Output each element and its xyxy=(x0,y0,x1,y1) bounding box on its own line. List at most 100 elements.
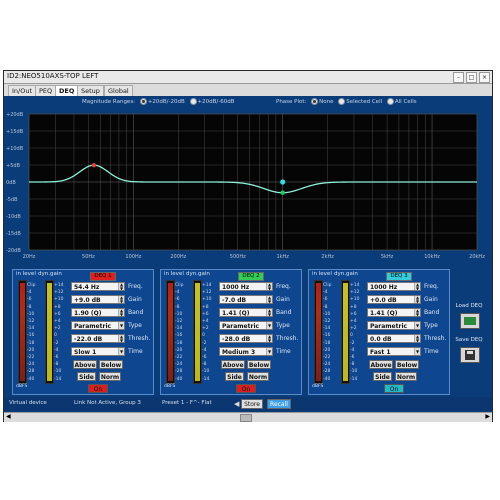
frequency-spinner-icon: ▲ ▼ xyxy=(266,282,272,291)
y-tick-label: 0dB xyxy=(6,180,16,186)
norm-button[interactable]: Norm xyxy=(395,372,417,381)
window-title: ID2:NEO510AXS-TOP LEFT xyxy=(7,72,99,80)
side-button[interactable]: Side xyxy=(77,372,96,381)
time-dropdown-icon: ▼ xyxy=(414,348,420,355)
band-field[interactable]: 1.90 (Q) ▲ ▼ xyxy=(71,308,125,317)
type-select[interactable]: Parametric ▼ xyxy=(219,321,273,330)
scroll-left-icon[interactable]: ◀ xyxy=(6,413,11,420)
freq-label: Freq. xyxy=(276,283,291,290)
x-tick-label: 200Hz xyxy=(170,254,186,260)
time-label: Time xyxy=(424,348,439,355)
phase-none-label: None xyxy=(319,99,334,105)
threshold-field[interactable]: -22.0 dB ▲ ▼ xyxy=(71,334,125,343)
side-button[interactable]: Side xyxy=(225,372,244,381)
save-deq-label: Save DEQ xyxy=(455,337,483,343)
range-2-radio[interactable] xyxy=(189,98,197,105)
deq-badge[interactable]: DEQ 2 xyxy=(238,272,264,281)
x-tick-label: 1kHz xyxy=(276,254,289,260)
dyn-gain-label: dyn.gain xyxy=(38,271,62,277)
phase-all-radio[interactable] xyxy=(386,98,394,105)
time-dropdown-icon: ▼ xyxy=(266,348,272,355)
on-button[interactable]: On xyxy=(384,384,404,393)
x-tick-label: 5kHz xyxy=(381,254,394,260)
tab-deq[interactable]: DEQ xyxy=(55,85,79,96)
above-button[interactable]: Above xyxy=(221,360,245,369)
type-select[interactable]: Parametric ▼ xyxy=(367,321,421,330)
input-level-meter xyxy=(314,280,323,384)
recall-button[interactable]: Recall xyxy=(267,399,291,409)
band-field[interactable]: 1.41 (Q) ▲ ▼ xyxy=(367,308,421,317)
phase-all-label: All Cells xyxy=(394,99,417,105)
on-button[interactable]: On xyxy=(88,384,108,393)
tab-peq[interactable]: PEQ xyxy=(35,85,57,96)
deq-badge[interactable]: DEQ 3 xyxy=(386,272,412,281)
dynamic-gain-meter xyxy=(341,280,350,384)
type-select[interactable]: Parametric ▼ xyxy=(71,321,125,330)
tab-global[interactable]: Global xyxy=(104,85,133,96)
band-field[interactable]: 1.41 (Q) ▲ ▼ xyxy=(219,308,273,317)
floppy-disk-icon xyxy=(465,350,475,360)
norm-button[interactable]: Norm xyxy=(99,372,121,381)
time-select[interactable]: Medium 3 ▼ xyxy=(219,347,273,356)
y-tick-label: -15dB xyxy=(6,231,21,237)
in-level-label: in level xyxy=(312,271,332,277)
frequency-field[interactable]: 54.4 Hz ▲ ▼ xyxy=(71,282,125,291)
gain-field[interactable]: +0.0 dB ▲ ▼ xyxy=(367,295,421,304)
band-label: Band xyxy=(424,309,440,316)
frequency-field[interactable]: 1000 Hz ▲ ▼ xyxy=(219,282,273,291)
gain-spinner-icon: ▲ ▼ xyxy=(118,295,124,304)
load-deq-label: Load DEQ xyxy=(455,303,483,309)
close-icon[interactable]: × xyxy=(479,72,490,83)
load-deq-button[interactable] xyxy=(460,313,480,329)
band-spinner-icon: ▲ ▼ xyxy=(414,308,420,317)
x-tick-label: 10kHz xyxy=(424,254,440,260)
maximize-icon[interactable]: □ xyxy=(466,72,477,83)
store-button[interactable]: Store xyxy=(241,399,263,409)
frequency-field[interactable]: 1000 Hz ▲ ▼ xyxy=(367,282,421,291)
x-tick-label: 20kHz xyxy=(469,254,485,260)
norm-button[interactable]: Norm xyxy=(247,372,269,381)
phase-selected-label: Selected Cell xyxy=(346,99,383,105)
below-button[interactable]: Below xyxy=(395,360,419,369)
gain-spinner-icon: ▲ ▼ xyxy=(414,295,420,304)
gain-label: Gain xyxy=(128,296,142,303)
time-select[interactable]: Slow 1 ▼ xyxy=(71,347,125,356)
y-tick-label: +15dB xyxy=(6,129,24,135)
threshold-field[interactable]: 0.0 dB ▲ ▼ xyxy=(367,334,421,343)
below-button[interactable]: Below xyxy=(247,360,271,369)
gain-meter-scale: +14 +12 +10 +8 +6 +4 +2 0 -2 -4 -6 -8 -10 -14 xyxy=(350,283,360,382)
scroll-right-icon[interactable]: ▶ xyxy=(485,413,490,420)
scroll-thumb[interactable] xyxy=(240,414,252,422)
on-button[interactable]: On xyxy=(236,384,256,393)
phase-selected-radio[interactable] xyxy=(338,98,346,105)
time-select[interactable]: Fast 1 ▼ xyxy=(367,347,421,356)
gain-field[interactable]: -7.0 dB ▲ ▼ xyxy=(219,295,273,304)
title-bar: ID2:NEO510AXS-TOP LEFT – □ × xyxy=(4,71,492,84)
side-button[interactable]: Side xyxy=(373,372,392,381)
preset-label: Preset 1 - F^- Flat xyxy=(162,400,212,406)
device-status: Virtual device xyxy=(9,400,47,406)
minimize-icon[interactable]: – xyxy=(453,72,464,83)
gain-field[interactable]: +9.0 dB ▲ ▼ xyxy=(71,295,125,304)
frequency-response-graph[interactable]: +20dB +15dB +10dB +5dB 0dB -5dB -10dB -15dB -20d… xyxy=(4,106,492,266)
tab-setup[interactable]: Setup xyxy=(77,85,104,96)
save-deq-button[interactable] xyxy=(460,347,480,363)
above-button[interactable]: Above xyxy=(369,360,393,369)
type-dropdown-icon: ▼ xyxy=(118,322,124,329)
threshold-spinner-icon: ▲ ▼ xyxy=(266,334,272,343)
y-tick-label: -10dB xyxy=(6,214,21,220)
horizontal-scrollbar[interactable]: ◀ ▶ xyxy=(4,412,492,422)
range-1-radio[interactable] xyxy=(139,98,147,105)
gain-label: Gain xyxy=(424,296,438,303)
below-button[interactable]: Below xyxy=(99,360,123,369)
band-spinner-icon: ▲ ▼ xyxy=(118,308,124,317)
deq-panel-3: in level dyn.gain DEQ 3 Clip -4 -6 -8 -10 -12… xyxy=(308,269,450,395)
threshold-field[interactable]: -28.0 dB ▲ ▼ xyxy=(219,334,273,343)
phase-none-radio[interactable] xyxy=(311,98,319,105)
deq-badge[interactable]: DEQ 1 xyxy=(90,272,116,281)
thresh-label: Thresh. xyxy=(424,335,447,342)
tab-in-out[interactable]: In/Out xyxy=(8,85,37,96)
above-button[interactable]: Above xyxy=(73,360,97,369)
band-label: Band xyxy=(276,309,292,316)
deq-1-marker xyxy=(91,162,97,168)
